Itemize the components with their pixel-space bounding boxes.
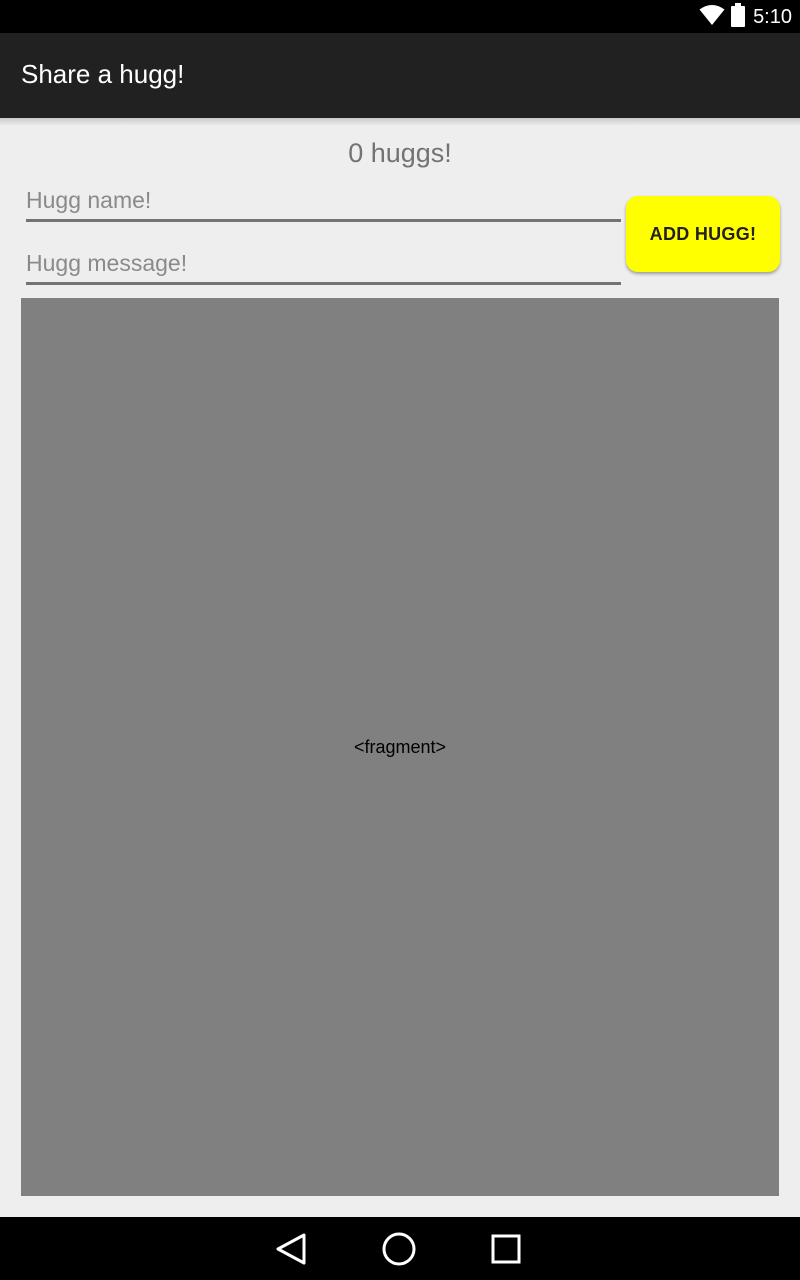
app-bar-shadow — [0, 118, 800, 126]
wifi-icon — [699, 4, 725, 31]
hugg-counter: 0 huggs! — [348, 138, 452, 168]
status-icons: 5:10 — [699, 2, 792, 32]
hugg-message-input[interactable] — [26, 245, 621, 285]
add-hugg-button[interactable]: ADD HUGG! — [626, 196, 780, 272]
status-time: 5:10 — [753, 5, 792, 28]
app-bar: Share a hugg! — [0, 33, 800, 118]
hugg-name-input[interactable] — [26, 182, 621, 222]
fragment-container: <fragment> — [21, 298, 779, 1196]
navigation-bar — [0, 1217, 800, 1280]
battery-icon — [731, 2, 746, 32]
home-icon[interactable] — [379, 1229, 419, 1269]
status-bar: 5:10 — [0, 0, 800, 33]
app-title: Share a hugg! — [21, 59, 185, 89]
fragment-label: <fragment> — [353, 736, 447, 757]
recents-icon[interactable] — [486, 1229, 526, 1269]
back-icon[interactable] — [271, 1229, 311, 1269]
